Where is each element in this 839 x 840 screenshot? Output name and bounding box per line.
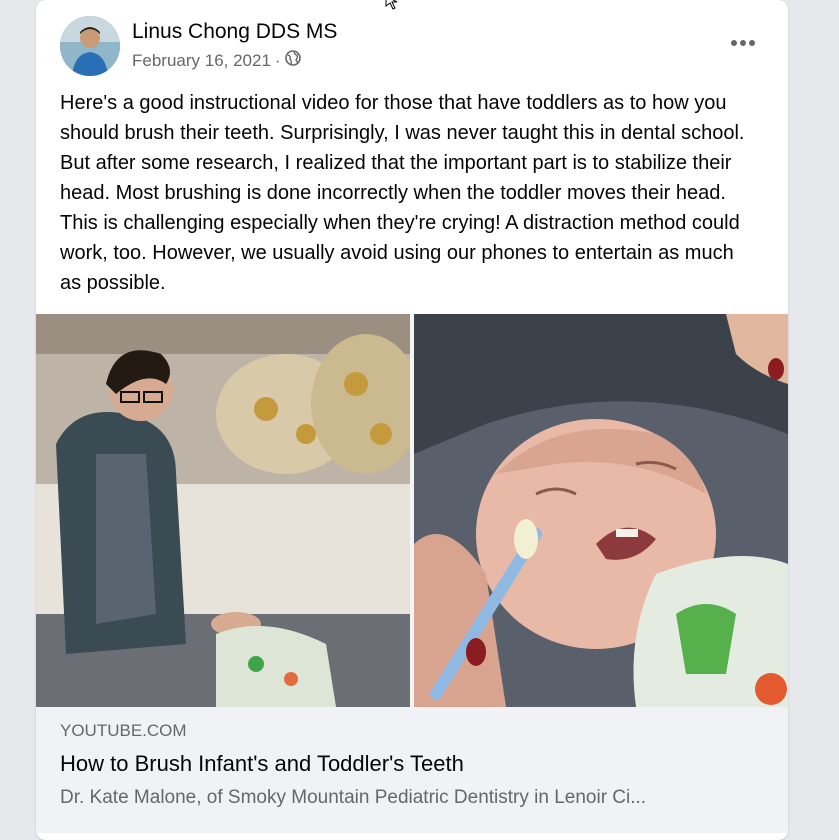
more-options-icon[interactable] bbox=[728, 28, 758, 58]
link-title[interactable]: How to Brush Infant's and Toddler's Teet… bbox=[60, 751, 464, 777]
meta-separator: · bbox=[274, 50, 281, 70]
link-description: Dr. Kate Malone, of Smoky Mountain Pedia… bbox=[60, 787, 647, 808]
post-text: Here's a good instructional video for th… bbox=[60, 92, 745, 294]
avatar[interactable] bbox=[60, 16, 120, 76]
mouse-cursor-icon bbox=[384, 0, 402, 10]
post-card: Linus Chong DDS MS February 16, 2021 · H… bbox=[36, 0, 788, 840]
author-name[interactable]: Linus Chong DDS MS bbox=[132, 20, 337, 44]
post-header: Linus Chong DDS MS February 16, 2021 · bbox=[60, 16, 772, 76]
post-meta: February 16, 2021 · bbox=[132, 50, 301, 71]
link-preview[interactable]: YOUTUBE.COM How to Brush Infant's and To… bbox=[36, 707, 788, 833]
post-date[interactable]: February 16, 2021 bbox=[132, 51, 271, 71]
video-thumbnail[interactable] bbox=[36, 314, 788, 707]
link-domain: YOUTUBE.COM bbox=[60, 721, 187, 740]
globe-icon bbox=[284, 50, 301, 71]
